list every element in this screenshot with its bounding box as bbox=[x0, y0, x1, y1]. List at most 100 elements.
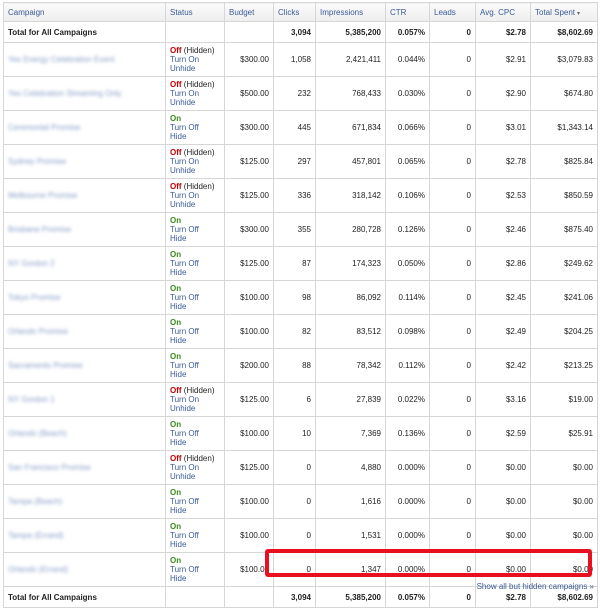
campaign-name-cell[interactable]: Orlando (Errand) bbox=[3, 552, 166, 587]
status-cell: On Turn Off Hide bbox=[165, 314, 225, 349]
column-header-status[interactable]: Status bbox=[165, 2, 225, 22]
status-cell: On Turn Off Hide bbox=[165, 212, 225, 247]
total-spent-cell: $674.80 bbox=[530, 76, 598, 111]
total-spent-cell: $0.00 bbox=[530, 450, 598, 485]
avg-cpc-cell: $2.42 bbox=[475, 348, 531, 383]
turn-on-link[interactable]: Turn On bbox=[170, 395, 220, 404]
total-leads: 0 bbox=[429, 586, 476, 608]
column-header-clicks[interactable]: Clicks bbox=[273, 2, 316, 22]
campaign-name-cell[interactable]: Sacramento Promise bbox=[3, 348, 166, 383]
turn-off-link[interactable]: Turn Off bbox=[170, 123, 220, 132]
hide-link[interactable]: Hide bbox=[170, 370, 220, 379]
hide-link[interactable]: Hide bbox=[170, 268, 220, 277]
campaign-name[interactable]: Sacramento Promise bbox=[8, 361, 83, 370]
campaign-name[interactable]: Melbourne Promise bbox=[8, 191, 77, 200]
campaign-name-cell[interactable]: Ceremonial Promise bbox=[3, 110, 166, 145]
avg-cpc-cell: $3.16 bbox=[475, 382, 531, 417]
unhide-link[interactable]: Unhide bbox=[170, 404, 220, 413]
column-header-budget[interactable]: Budget bbox=[224, 2, 274, 22]
campaign-name[interactable]: Tampa (Errand) bbox=[8, 531, 64, 540]
sort-desc-icon: ▾ bbox=[577, 10, 581, 17]
hide-link[interactable]: Hide bbox=[170, 506, 220, 515]
column-header-avg-cpc[interactable]: Avg. CPC bbox=[475, 2, 531, 22]
show-hidden-campaigns-link[interactable]: Show all but hidden campaigns » bbox=[477, 582, 594, 591]
campaign-name-cell[interactable]: Yes Celebration Streaming Only bbox=[3, 76, 166, 111]
campaign-name[interactable]: Orlando (Errand) bbox=[8, 565, 68, 574]
table-row: NY Gordon 1 Off (Hidden) Turn On Unhide $125… bbox=[3, 382, 598, 417]
campaign-name-cell[interactable]: Orlando Promise bbox=[3, 314, 166, 349]
status-value: On bbox=[170, 420, 182, 429]
turn-on-link[interactable]: Turn On bbox=[170, 89, 220, 98]
campaign-name-cell[interactable]: Melbourne Promise bbox=[3, 178, 166, 213]
column-header-campaign[interactable]: Campaign bbox=[3, 2, 166, 22]
total-spent: $8,602.69 bbox=[530, 21, 598, 43]
impressions-cell: 318,142 bbox=[315, 178, 386, 213]
campaign-name-cell[interactable]: Orlando (Beach) bbox=[3, 416, 166, 451]
campaign-name[interactable]: Brisbane Promise bbox=[8, 225, 71, 234]
hide-link[interactable]: Hide bbox=[170, 574, 220, 583]
campaign-name-cell[interactable]: Tampa (Errand) bbox=[3, 518, 166, 553]
clicks-cell: 6 bbox=[273, 382, 316, 417]
campaign-name[interactable]: Ceremonial Promise bbox=[8, 123, 80, 132]
avg-cpc-cell: $2.53 bbox=[475, 178, 531, 213]
status-value: Off bbox=[170, 386, 182, 395]
campaign-name[interactable]: Tokyo Promise bbox=[8, 293, 60, 302]
campaign-name-cell[interactable]: Tampa (Beach) bbox=[3, 484, 166, 519]
total-label: Total for All Campaigns bbox=[3, 586, 166, 608]
turn-on-link[interactable]: Turn On bbox=[170, 463, 220, 472]
campaign-name-cell[interactable]: Sydney Promise bbox=[3, 144, 166, 179]
column-header-total-spent[interactable]: Total Spent ▾ bbox=[530, 2, 598, 22]
turn-off-link[interactable]: Turn Off bbox=[170, 293, 220, 302]
campaign-name-cell[interactable]: Yes Energy Celebration Event bbox=[3, 42, 166, 77]
hide-link[interactable]: Hide bbox=[170, 540, 220, 549]
campaign-name[interactable]: Sydney Promise bbox=[8, 157, 66, 166]
turn-off-link[interactable]: Turn Off bbox=[170, 361, 220, 370]
status-cell: On Turn Off Hide bbox=[165, 246, 225, 281]
column-header-impressions[interactable]: Impressions bbox=[315, 2, 386, 22]
turn-on-link[interactable]: Turn On bbox=[170, 55, 220, 64]
turn-off-link[interactable]: Turn Off bbox=[170, 259, 220, 268]
turn-off-link[interactable]: Turn Off bbox=[170, 429, 220, 438]
leads-cell: 0 bbox=[429, 42, 476, 77]
leads-cell: 0 bbox=[429, 246, 476, 281]
hidden-note: (Hidden) bbox=[183, 454, 215, 463]
turn-off-link[interactable]: Turn Off bbox=[170, 497, 220, 506]
unhide-link[interactable]: Unhide bbox=[170, 200, 220, 209]
campaign-name[interactable]: NY Gordon 2 bbox=[8, 259, 55, 268]
status-cell: On Turn Off Hide bbox=[165, 552, 225, 587]
hide-link[interactable]: Hide bbox=[170, 336, 220, 345]
hide-link[interactable]: Hide bbox=[170, 234, 220, 243]
turn-on-link[interactable]: Turn On bbox=[170, 191, 220, 200]
hide-link[interactable]: Hide bbox=[170, 302, 220, 311]
status-cell: On Turn Off Hide bbox=[165, 110, 225, 145]
column-header-leads[interactable]: Leads bbox=[429, 2, 476, 22]
unhide-link[interactable]: Unhide bbox=[170, 64, 220, 73]
unhide-link[interactable]: Unhide bbox=[170, 98, 220, 107]
campaign-name-cell[interactable]: NY Gordon 1 bbox=[3, 382, 166, 417]
ctr-cell: 0.000% bbox=[385, 450, 430, 485]
campaign-name[interactable]: Yes Celebration Streaming Only bbox=[8, 89, 122, 98]
campaign-name[interactable]: San Francisco Promise bbox=[8, 463, 91, 472]
campaign-name[interactable]: Orlando Promise bbox=[8, 327, 68, 336]
hide-link[interactable]: Hide bbox=[170, 132, 220, 141]
campaign-name-cell[interactable]: NY Gordon 2 bbox=[3, 246, 166, 281]
turn-off-link[interactable]: Turn Off bbox=[170, 327, 220, 336]
hide-link[interactable]: Hide bbox=[170, 438, 220, 447]
campaign-name-cell[interactable]: Brisbane Promise bbox=[3, 212, 166, 247]
turn-off-link[interactable]: Turn Off bbox=[170, 565, 220, 574]
campaign-name[interactable]: NY Gordon 1 bbox=[8, 395, 55, 404]
column-header-ctr[interactable]: CTR bbox=[385, 2, 430, 22]
unhide-link[interactable]: Unhide bbox=[170, 472, 220, 481]
turn-on-link[interactable]: Turn On bbox=[170, 157, 220, 166]
unhide-link[interactable]: Unhide bbox=[170, 166, 220, 175]
turn-off-link[interactable]: Turn Off bbox=[170, 225, 220, 234]
campaign-name-cell[interactable]: San Francisco Promise bbox=[3, 450, 166, 485]
campaign-name[interactable]: Orlando (Beach) bbox=[8, 429, 67, 438]
campaign-name[interactable]: Yes Energy Celebration Event bbox=[8, 55, 114, 64]
impressions-cell: 2,421,411 bbox=[315, 42, 386, 77]
impressions-cell: 27,839 bbox=[315, 382, 386, 417]
campaign-name-cell[interactable]: Tokyo Promise bbox=[3, 280, 166, 315]
impressions-cell: 457,801 bbox=[315, 144, 386, 179]
turn-off-link[interactable]: Turn Off bbox=[170, 531, 220, 540]
campaign-name[interactable]: Tampa (Beach) bbox=[8, 497, 62, 506]
